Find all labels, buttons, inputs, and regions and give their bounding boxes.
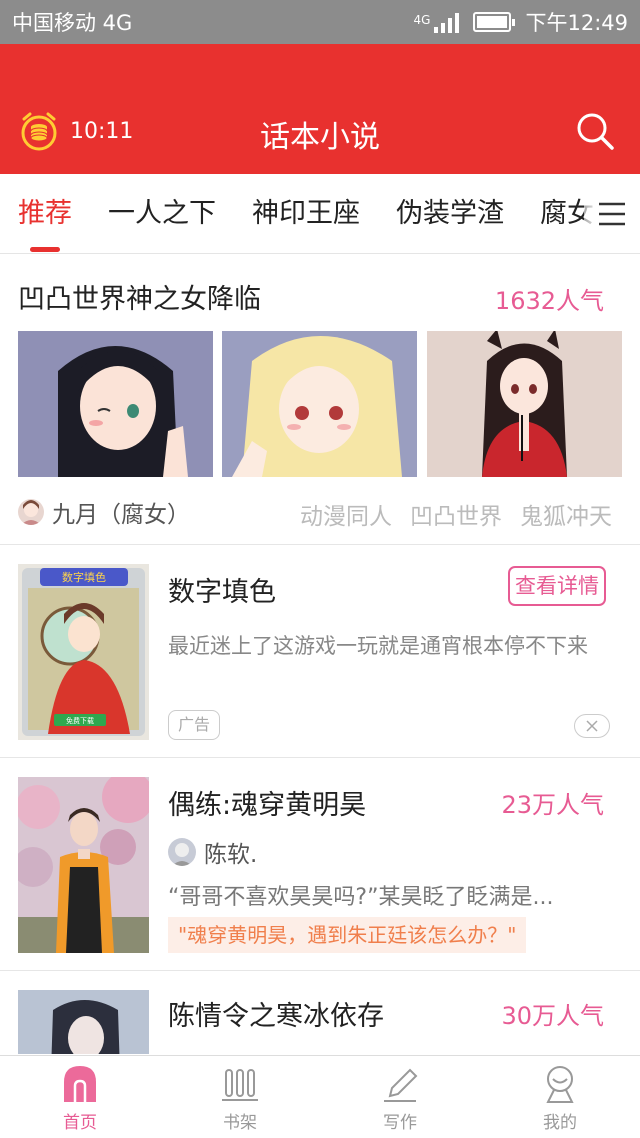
story-cover-image [18,777,149,953]
clock: 下午12:49 [525,11,628,35]
bottom-navigation: 首页 书架 写作 我的 [0,1055,640,1138]
featured-image-1 [18,331,213,477]
tag[interactable]: 鬼狐冲天 [520,497,612,531]
avatar [18,499,44,525]
nav-write[interactable]: 写作 [320,1056,480,1138]
avatar [168,838,196,866]
search-button[interactable] [574,110,616,152]
app-header: 10:11 话本小说 [0,44,640,174]
nav-home[interactable]: 首页 [0,1056,160,1138]
story-cover-image [18,990,149,1054]
story-excerpt: “哥哥不喜欢昊昊吗?”某昊眨了眨满是... [168,885,554,910]
nav-bookshelf[interactable]: 书架 [160,1056,320,1138]
story-popularity: 23万人气 [501,791,604,819]
menu-icon [599,202,625,226]
tab-menu-button[interactable] [584,174,640,253]
tag[interactable]: 凹凸世界 [410,497,502,531]
home-icon [64,1066,96,1102]
status-bar: 中国移动 4G 4G 下午12:49 [0,0,640,44]
signal-icon [434,11,460,33]
nav-bookshelf-label: 书架 [223,1113,257,1133]
featured-story-card[interactable]: 凹凸世界神之女降临 1632人气 九月（腐女） 动漫同人 凹凸世界 鬼狐冲天 [0,255,640,545]
view-details-button[interactable]: 查看详情 [508,566,606,606]
carrier-label: 中国移动 4G [12,11,133,35]
bookshelf-icon [222,1069,258,1101]
nav-profile-label: 我的 [543,1113,577,1133]
story-card[interactable]: 偶练:魂穿黄明昊 23万人气 陈软. “哥哥不喜欢昊昊吗?”某昊眨了眨满是...… [0,759,640,971]
author-name: 陈软. [204,842,258,868]
close-ad-button[interactable] [574,714,610,738]
tab-yirenzhixia[interactable]: 一人之下 [108,174,216,253]
nav-profile[interactable]: 我的 [480,1056,640,1138]
featured-image-3 [427,331,622,477]
app-title: 话本小说 [260,120,380,155]
tab-recommend[interactable]: 推荐 [18,174,72,253]
story-title: 偶练:魂穿黄明昊 [168,790,367,821]
profile-icon [546,1066,574,1103]
featured-title: 凹凸世界神之女降临 [18,284,261,315]
close-icon [586,720,598,732]
ad-title: 数字填色 [168,577,276,608]
ad-cover-image: 数字填色 免费下载 [18,564,149,740]
featured-tags: 动漫同人 凹凸世界 鬼狐冲天 [300,497,612,531]
pencil-icon [384,1068,418,1102]
featured-author[interactable]: 九月（腐女） [18,495,190,529]
tab-weizhuangxuezha[interactable]: 伪装学渣 [396,174,504,253]
story-card[interactable]: 陈情令之寒冰依存 30万人气 [0,972,640,1054]
ad-card[interactable]: 数字填色 免费下载 数字填色 查看详情 最近迷上了这游戏一玩就是通宵根本停不下来… [0,546,640,758]
network-type-label: 4G [413,13,431,27]
ad-cover-title: 数字填色 [62,570,106,584]
story-author[interactable]: 陈软. [168,835,257,869]
battery-icon [473,12,516,32]
tab-shenyinwangzuo[interactable]: 神印王座 [252,174,360,253]
author-name: 九月（腐女） [52,502,190,528]
ad-badge: 广告 [168,710,220,740]
featured-popularity: 1632人气 [494,287,604,315]
tag[interactable]: 动漫同人 [300,497,392,531]
ad-cover-download: 免费下载 [66,716,94,725]
story-quote: "魂穿黄明昊，遇到朱正廷该怎么办？" [168,917,527,953]
featured-image-2 [222,331,417,477]
nav-write-label: 写作 [383,1113,417,1133]
nav-home-label: 首页 [63,1113,97,1133]
category-tabs: 推荐 一人之下 神印王座 伪装学渣 腐女 [0,174,640,254]
search-icon [577,113,614,150]
ad-description: 最近迷上了这游戏一玩就是通宵根本停不下来 [168,634,588,658]
story-title: 陈情令之寒冰依存 [168,1001,384,1032]
story-popularity: 30万人气 [501,1002,604,1030]
